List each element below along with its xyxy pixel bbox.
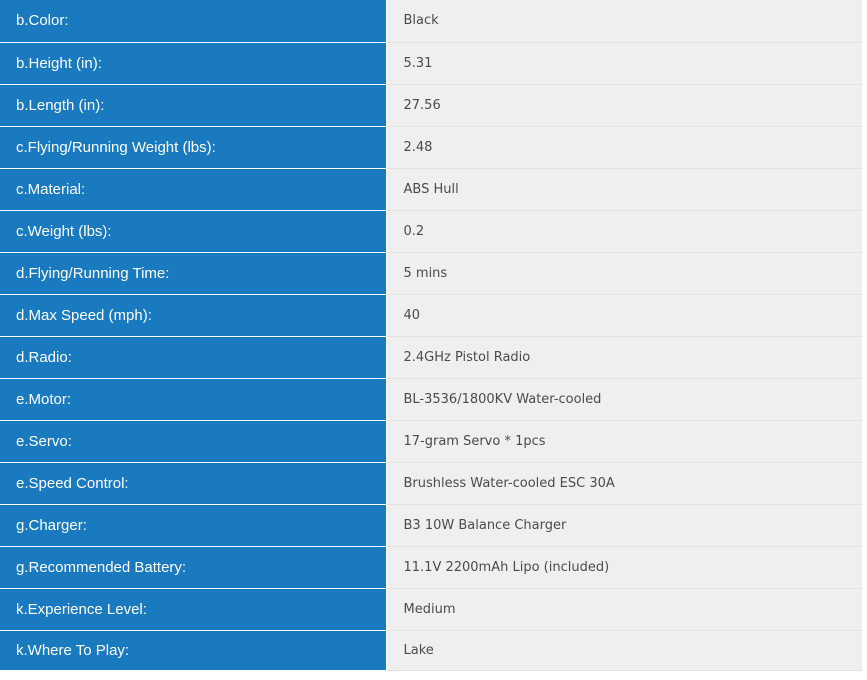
spec-row: d.Flying/Running Time: 5 mins xyxy=(0,252,862,295)
spec-row: g.Charger: B3 10W Balance Charger xyxy=(0,504,862,547)
spec-label: d.Flying/Running Time: xyxy=(0,252,387,295)
spec-label: g.Recommended Battery: xyxy=(0,546,387,589)
spec-label: b.Color: xyxy=(0,0,387,43)
spec-label: g.Charger: xyxy=(0,504,387,547)
spec-row: b.Color: Black xyxy=(0,0,862,43)
spec-value: 2.4GHz Pistol Radio xyxy=(386,336,862,379)
spec-value: 5.31 xyxy=(386,42,862,85)
spec-row: b.Height (in): 5.31 xyxy=(0,42,862,85)
spec-row: e.Motor: BL-3536/1800KV Water-cooled xyxy=(0,378,862,421)
spec-value: 17-gram Servo * 1pcs xyxy=(386,420,862,463)
spec-label: c.Material: xyxy=(0,168,387,211)
spec-label: b.Length (in): xyxy=(0,84,387,127)
spec-value: ABS Hull xyxy=(386,168,862,211)
spec-label: k.Where To Play: xyxy=(0,630,387,671)
spec-value: B3 10W Balance Charger xyxy=(386,504,862,547)
spec-row: g.Recommended Battery: 11.1V 2200mAh Lip… xyxy=(0,546,862,589)
spec-row: b.Length (in): 27.56 xyxy=(0,84,862,127)
spec-value: Lake xyxy=(386,630,862,671)
spec-label: c.Flying/Running Weight (lbs): xyxy=(0,126,387,169)
spec-label: d.Radio: xyxy=(0,336,387,379)
spec-row: d.Radio: 2.4GHz Pistol Radio xyxy=(0,336,862,379)
spec-value: 2.48 xyxy=(386,126,862,169)
spec-value: BL-3536/1800KV Water-cooled xyxy=(386,378,862,421)
spec-value: Medium xyxy=(386,588,862,631)
spec-value: 0.2 xyxy=(386,210,862,253)
spec-row: k.Experience Level: Medium xyxy=(0,588,862,631)
spec-value: 40 xyxy=(386,294,862,337)
specifications-table-body: b.Color: Black b.Height (in): 5.31 b.Len… xyxy=(0,0,862,671)
spec-value: Brushless Water-cooled ESC 30A xyxy=(386,462,862,505)
spec-label: d.Max Speed (mph): xyxy=(0,294,387,337)
spec-value: Black xyxy=(386,0,862,43)
spec-row: d.Max Speed (mph): 40 xyxy=(0,294,862,337)
spec-row: c.Weight (lbs): 0.2 xyxy=(0,210,862,253)
spec-label: b.Height (in): xyxy=(0,42,387,85)
spec-row: c.Flying/Running Weight (lbs): 2.48 xyxy=(0,126,862,169)
spec-label: c.Weight (lbs): xyxy=(0,210,387,253)
spec-row: e.Speed Control: Brushless Water-cooled … xyxy=(0,462,862,505)
spec-value: 5 mins xyxy=(386,252,862,295)
specifications-table: b.Color: Black b.Height (in): 5.31 b.Len… xyxy=(0,0,862,671)
spec-label: e.Speed Control: xyxy=(0,462,387,505)
spec-label: e.Servo: xyxy=(0,420,387,463)
spec-label: e.Motor: xyxy=(0,378,387,421)
spec-row: e.Servo: 17-gram Servo * 1pcs xyxy=(0,420,862,463)
spec-value: 11.1V 2200mAh Lipo (included) xyxy=(386,546,862,589)
spec-row: c.Material: ABS Hull xyxy=(0,168,862,211)
spec-value: 27.56 xyxy=(386,84,862,127)
spec-label: k.Experience Level: xyxy=(0,588,387,631)
spec-row: k.Where To Play: Lake xyxy=(0,630,862,671)
